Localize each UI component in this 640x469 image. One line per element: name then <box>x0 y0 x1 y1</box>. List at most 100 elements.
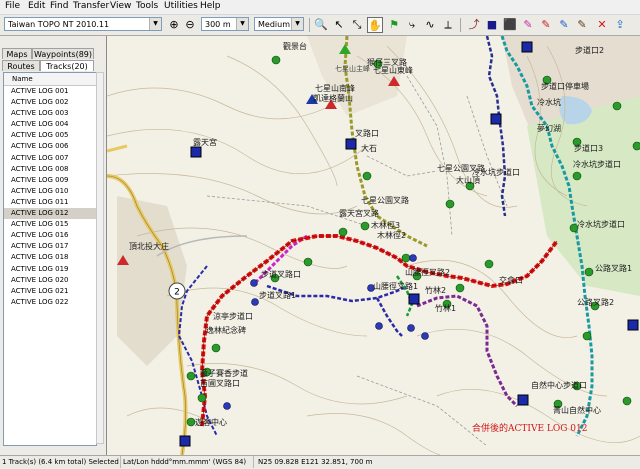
waypoint-dot-icon <box>362 171 372 181</box>
map-label: 冷水坑步道口 <box>577 220 625 229</box>
menu-utilities[interactable]: Utilities <box>162 1 200 11</box>
pen-blue-icon[interactable]: ✎ <box>556 17 572 33</box>
menu-tools[interactable]: Tools <box>134 1 160 11</box>
waypoint-square-icon <box>408 293 420 305</box>
track-list-item[interactable]: ACTIVE LOG 005 <box>4 130 96 141</box>
detail-level-select[interactable]: Medium ▼ <box>254 17 304 31</box>
route-tool-icon[interactable]: ⤷ <box>404 17 420 33</box>
track-list-item[interactable]: ACTIVE LOG 018 <box>4 252 96 263</box>
connect-tool-icon[interactable]: ⟂ <box>440 17 456 33</box>
waypoint-square-icon <box>179 435 191 447</box>
track-list-item[interactable]: ACTIVE LOG 010 <box>4 186 96 197</box>
menu-help[interactable]: Help <box>198 1 223 11</box>
zoom-out-icon[interactable]: ⊖ <box>182 17 198 33</box>
track-list-item[interactable]: ACTIVE LOG 021 <box>4 286 96 297</box>
menu-file[interactable]: File <box>3 1 22 11</box>
waypoint-square-icon <box>345 138 357 150</box>
map-label: 夢幻湖 <box>537 124 561 133</box>
menu-edit[interactable]: Edit <box>26 1 47 11</box>
map-label: 公路叉路1 <box>595 264 633 273</box>
menu-transfer[interactable]: Transfer <box>71 1 111 11</box>
waypoint-dot-icon <box>186 371 196 381</box>
waypoint-dot-icon <box>409 254 417 262</box>
route-color-icon[interactable]: ⤴ <box>466 17 482 33</box>
list-header-name[interactable]: Name <box>4 73 96 86</box>
waypoint-dot-icon <box>303 257 313 267</box>
track-list-item[interactable]: ACTIVE LOG 004 <box>4 119 96 130</box>
track-list-item[interactable]: ACTIVE LOG 006 <box>4 141 96 152</box>
tab-tracks[interactable]: Tracks(20) <box>40 60 94 71</box>
select-tool-icon[interactable]: ↖ <box>331 17 347 33</box>
map-label: 山腰徑叉路2 <box>405 268 451 277</box>
route-marker-number: 2 <box>174 288 180 298</box>
map-label: 凱達格蘭山 <box>313 94 353 103</box>
pen-magenta-icon[interactable]: ✎ <box>520 17 536 33</box>
track-list-item[interactable]: ACTIVE LOG 022 <box>4 297 96 308</box>
send-to-device-icon[interactable]: ⇪ <box>612 17 628 33</box>
tab-routes[interactable]: Routes <box>2 60 40 71</box>
menu-view[interactable]: View <box>108 1 133 11</box>
map-label: 大山頂 <box>456 176 480 185</box>
track-tool-icon[interactable]: ∿ <box>422 17 438 33</box>
zoom-in-icon[interactable]: ⊕ <box>166 17 182 33</box>
track-list-item[interactable]: ACTIVE LOG 019 <box>4 264 96 275</box>
waypoint-dot-icon <box>455 283 465 293</box>
track-list-item[interactable]: ACTIVE LOG 016 <box>4 230 96 241</box>
map-label: 叉路口 <box>355 129 379 138</box>
map-label: 冷水坑 <box>537 98 561 107</box>
selection-summary: 1 Track(s) (6.4 km total) Selected <box>0 456 121 468</box>
zoom-tool-icon[interactable]: 🔍 <box>313 17 329 33</box>
track-list-item[interactable]: ACTIVE LOG 001 <box>4 86 96 97</box>
pen-red-icon[interactable]: ✎ <box>538 17 554 33</box>
track-list-item[interactable]: ACTIVE LOG 011 <box>4 197 96 208</box>
chevron-down-icon[interactable]: ▼ <box>236 18 248 30</box>
waypoint-dot-icon <box>197 393 207 403</box>
tab-waypoints[interactable]: Waypoints(89) <box>32 48 94 59</box>
map-label: 木林徑3 <box>371 221 401 230</box>
status-bar: 1 Track(s) (6.4 km total) Selected Lat/L… <box>0 455 640 469</box>
tab-maps[interactable]: Maps <box>2 48 32 59</box>
map-label: 木林徑2 <box>377 231 407 240</box>
chevron-down-icon[interactable]: ▼ <box>149 18 161 30</box>
map-label: 步道叉路1 <box>259 291 297 300</box>
track-list[interactable]: Name ACTIVE LOG 001 ACTIVE LOG 002 ACTIVE … <box>3 72 97 446</box>
map-caption: 合併後的ACTIVE LOG 012 <box>472 424 588 434</box>
menu-find[interactable]: Find <box>48 1 70 11</box>
map-product-select[interactable]: Taiwan TOPO NT 2010.11 ▼ <box>4 17 162 31</box>
track-list-item[interactable]: ACTIVE LOG 017 <box>4 241 96 252</box>
waypoint-dot-icon <box>612 101 622 111</box>
toolbar: Taiwan TOPO NT 2010.11 ▼ ⊕ ⊖ 300 m ▼ Med… <box>0 15 640 36</box>
list-scrollbar[interactable] <box>96 72 104 444</box>
track-list-item[interactable]: ACTIVE LOG 015 <box>4 219 96 230</box>
waypoint-dot-icon <box>360 221 370 231</box>
waypoint-dot-icon <box>484 259 494 269</box>
pen-brown-icon[interactable]: ✎ <box>574 17 590 33</box>
delete-icon[interactable]: ✕ <box>594 17 610 33</box>
hand-tool-icon[interactable]: ✋ <box>367 17 383 33</box>
track-list-item[interactable]: ACTIVE LOG 012 <box>4 208 96 220</box>
track-list-item[interactable]: ACTIVE LOG 007 <box>4 153 96 164</box>
waypoint-dot-icon <box>582 331 592 341</box>
measure-tool-icon[interactable]: ⤡ <box>349 17 365 33</box>
waypoint-dot-icon <box>251 298 259 306</box>
map-label: 冷水坑步道口 <box>573 160 621 169</box>
waypoint-color-icon[interactable]: ■ <box>484 17 500 33</box>
track-list-item[interactable]: ACTIVE LOG 003 <box>4 108 96 119</box>
zoom-scale-select[interactable]: 300 m ▼ <box>201 17 249 31</box>
map-label: 大石 <box>361 144 377 153</box>
cursor-position: N25 09.828 E121 32.851, 700 m <box>258 458 373 466</box>
toolbar-separator <box>309 18 310 32</box>
device-receive-icon[interactable]: ⬛ <box>502 17 518 33</box>
track-list-item[interactable]: ACTIVE LOG 008 <box>4 164 96 175</box>
waypoint-dot-icon <box>401 253 411 263</box>
track-list-item[interactable]: ACTIVE LOG 009 <box>4 175 96 186</box>
map-label: 公路叉路2 <box>577 298 615 307</box>
map-view[interactable]: 2 觀景台 七星山主峰 猴仔三叉路 七星山東峰 七星山南峰 凱達格蘭山 露天宮 … <box>107 36 640 455</box>
track-list-item[interactable]: ACTIVE LOG 020 <box>4 275 96 286</box>
chevron-down-icon[interactable]: ▼ <box>291 18 303 30</box>
map-label: 七星山南峰 <box>315 84 355 93</box>
track-list-item[interactable]: ACTIVE LOG 002 <box>4 97 96 108</box>
waypoint-flag-icon[interactable]: ⚑ <box>386 17 402 33</box>
map-label: 步道叉路口 <box>261 270 301 279</box>
map-label: 露天宮 <box>193 138 217 147</box>
